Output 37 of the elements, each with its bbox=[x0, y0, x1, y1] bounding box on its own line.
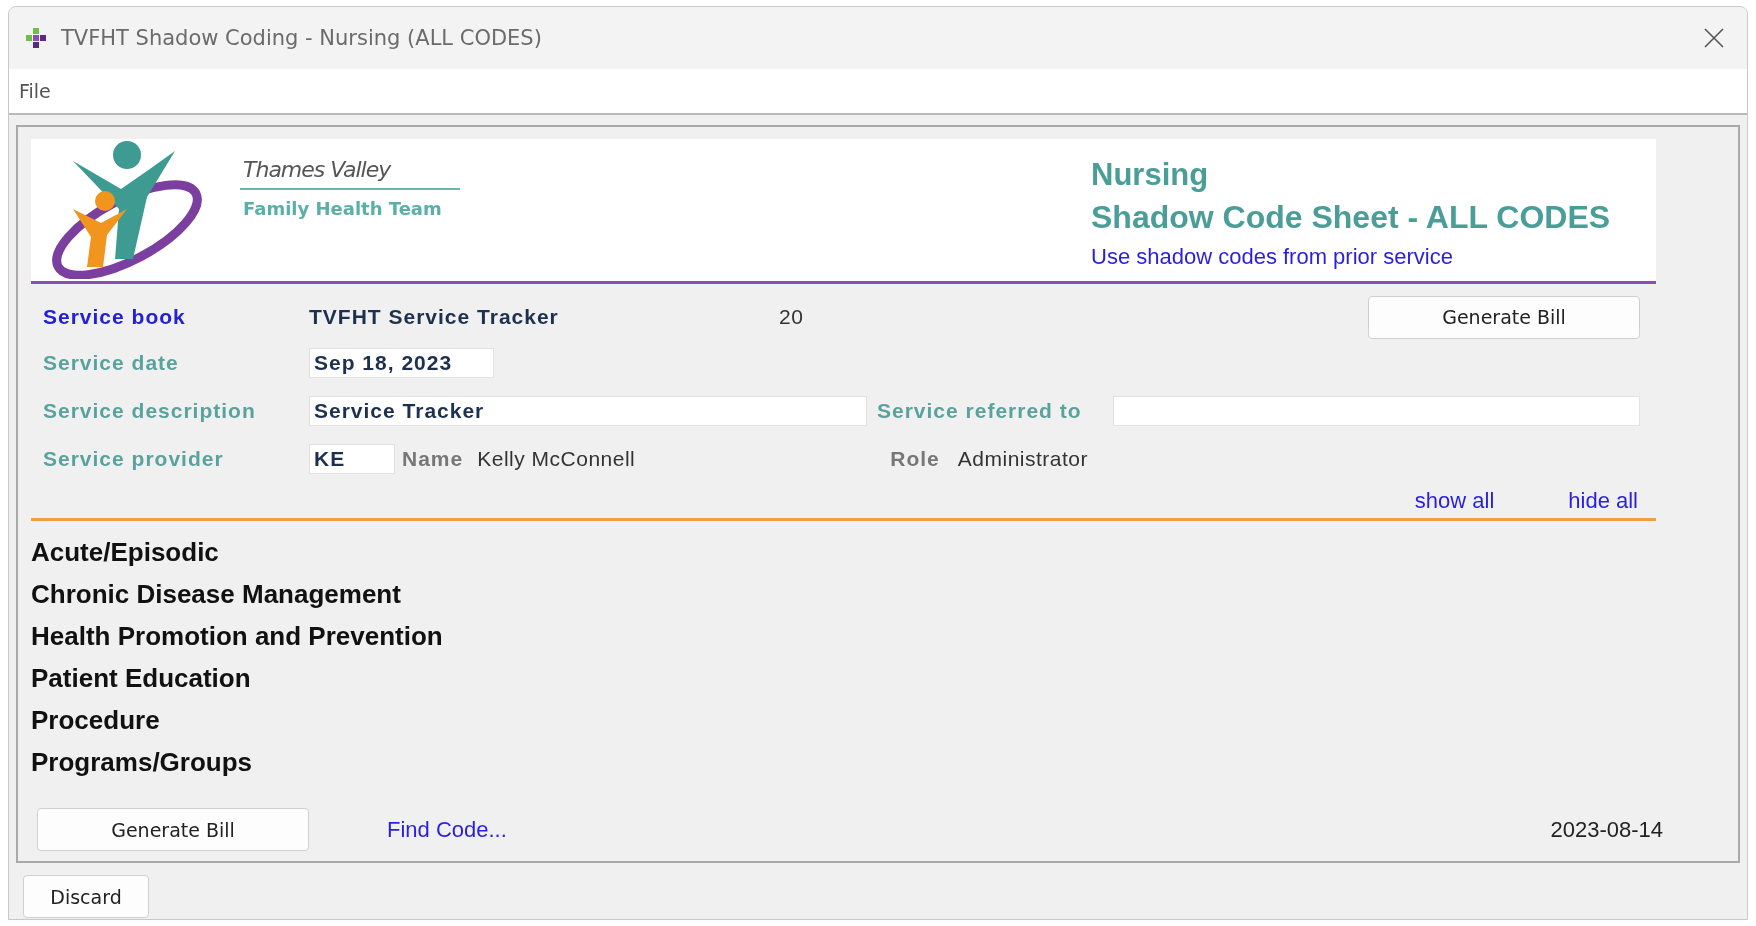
toggle-link[interactable]: hide all bbox=[1568, 488, 1638, 514]
generate-bill-button[interactable]: Generate Bill bbox=[1368, 295, 1640, 339]
field-label: Name bbox=[402, 447, 464, 471]
provider-name: Kelly McConnell bbox=[477, 447, 636, 471]
app-icon bbox=[25, 27, 47, 49]
provider-field[interactable]: KE bbox=[309, 444, 395, 474]
category-heading[interactable]: Chronic Disease Management bbox=[31, 579, 401, 610]
generate-bill-button[interactable]: Generate Bill bbox=[37, 808, 309, 851]
field-label: Service date bbox=[42, 351, 180, 375]
category-heading[interactable]: Health Promotion and Prevention bbox=[31, 621, 443, 652]
service-book-value: TVFHT Service Tracker bbox=[309, 305, 560, 329]
discard-button[interactable]: Discard bbox=[23, 875, 149, 918]
prior-codes-link[interactable]: Use shadow codes from prior service bbox=[1091, 244, 1611, 270]
menu-item[interactable]: File bbox=[15, 80, 55, 102]
category-heading[interactable]: Patient Education bbox=[31, 663, 251, 694]
date-text: 2023-08-14 bbox=[1550, 816, 1663, 843]
referred-to-field[interactable] bbox=[1113, 396, 1640, 426]
description-field[interactable]: Service Tracker bbox=[309, 396, 867, 426]
toggle-link[interactable]: show all bbox=[1414, 488, 1495, 514]
field-label: Service provider bbox=[42, 447, 225, 471]
find-code-link[interactable]: Find Code... bbox=[387, 816, 507, 843]
org-subtitle: Family Health Team bbox=[242, 197, 443, 219]
category-heading[interactable]: Programs/Groups bbox=[31, 747, 253, 778]
close-icon bbox=[1703, 27, 1725, 49]
role-text: Administrator bbox=[957, 447, 1088, 471]
field-label: Service description bbox=[42, 399, 257, 423]
sheet-subtitle: Shadow Code Sheet - ALL CODES bbox=[1091, 199, 1611, 236]
date-field[interactable]: Sep 18, 2023 bbox=[309, 348, 494, 378]
category-heading[interactable]: Procedure bbox=[31, 705, 160, 736]
field-label: Service referred to bbox=[876, 399, 1083, 423]
category-heading[interactable]: Acute/Episodic bbox=[31, 537, 219, 568]
count-text: 20 bbox=[779, 305, 804, 329]
org-name: Thames Valley bbox=[240, 157, 460, 190]
field-label: Role bbox=[890, 447, 940, 471]
window-title: TVFHT Shadow Coding - Nursing (ALL CODES) bbox=[61, 26, 543, 50]
field-label: Service book bbox=[42, 305, 187, 329]
sheet-title: Nursing bbox=[1091, 157, 1210, 193]
